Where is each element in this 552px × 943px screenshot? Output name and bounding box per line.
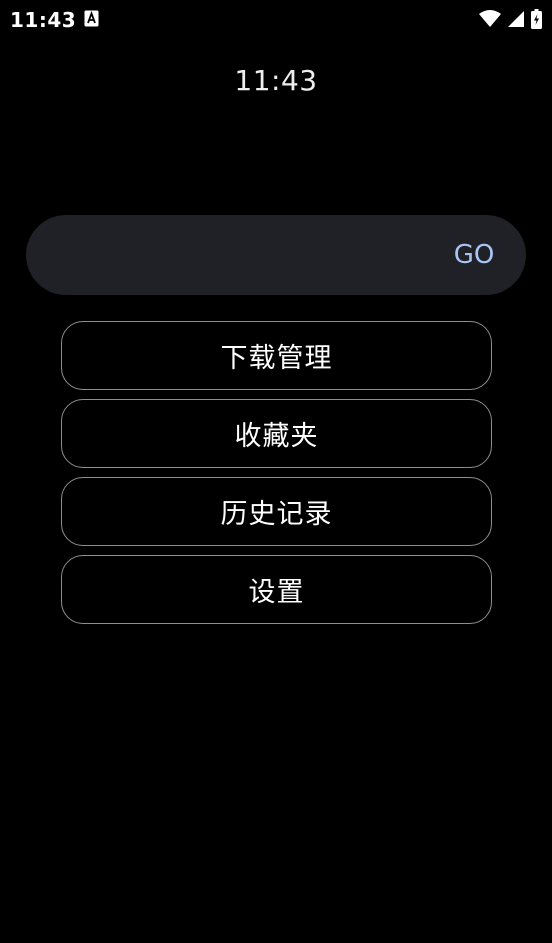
- settings-button[interactable]: 设置: [61, 555, 492, 624]
- main-menu: 下载管理 收藏夹 历史记录 设置: [61, 321, 492, 624]
- notification-a-icon: [84, 10, 99, 27]
- status-bar: 11:43: [0, 0, 552, 38]
- browser-home-screen: 11:43 11:43 GO 下载管理 收藏夹 历史记录 设置: [0, 0, 552, 943]
- status-icons: [479, 8, 542, 30]
- cell-signal-icon: [507, 10, 525, 28]
- history-button[interactable]: 历史记录: [61, 477, 492, 546]
- download-manager-button[interactable]: 下载管理: [61, 321, 492, 390]
- battery-charging-icon: [531, 9, 542, 29]
- wifi-icon: [479, 10, 501, 28]
- home-clock: 11:43: [234, 64, 318, 97]
- favorites-button[interactable]: 收藏夹: [61, 399, 492, 468]
- search-input[interactable]: [26, 215, 440, 295]
- go-button[interactable]: GO: [440, 215, 526, 295]
- search-bar: GO: [26, 215, 526, 295]
- status-time: 11:43: [10, 8, 77, 32]
